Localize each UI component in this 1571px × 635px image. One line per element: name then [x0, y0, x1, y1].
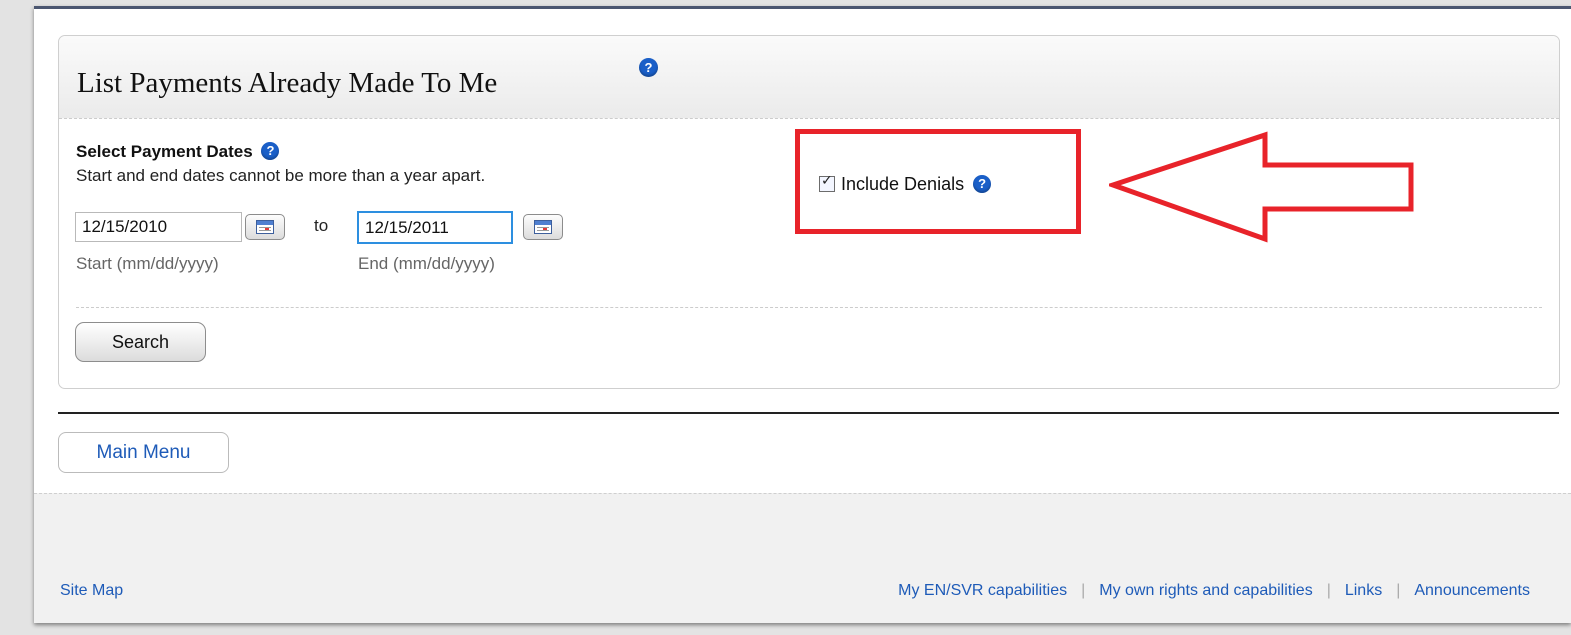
start-date-hint: Start (mm/dd/yyyy) [76, 254, 219, 273]
start-calendar-button[interactable] [245, 214, 285, 240]
section-label: Select Payment Dates ? [76, 142, 280, 162]
panel-divider [76, 307, 1542, 308]
end-calendar-button[interactable] [523, 214, 563, 240]
footer-link-own-rights[interactable]: My own rights and capabilities [1099, 582, 1312, 599]
end-date-input[interactable] [357, 211, 513, 244]
section-label-text: Select Payment Dates [76, 142, 253, 161]
footer-links: My EN/SVR capabilities | My own rights and… [898, 582, 1530, 599]
footer: Site Map My EN/SVR capabilities | My own r… [34, 493, 1571, 623]
search-button[interactable]: Search [75, 322, 206, 362]
calendar-icon [534, 220, 552, 234]
footer-link-announcements[interactable]: Announcements [1414, 582, 1530, 599]
left-arrow-annotation [1109, 131, 1414, 243]
dates-help-icon[interactable]: ? [261, 142, 280, 161]
page-title: List Payments Already Made To Me [77, 67, 498, 99]
panel-header: List Payments Already Made To Me ? [59, 36, 1559, 119]
to-label: to [314, 216, 329, 235]
end-date-hint: End (mm/dd/yyyy) [358, 254, 495, 273]
section-description: Start and end dates cannot be more than … [76, 166, 486, 185]
calendar-icon [256, 220, 274, 234]
footer-link-links[interactable]: Links [1345, 582, 1382, 599]
section-separator [58, 412, 1559, 414]
page: List Payments Already Made To Me ? Selec… [34, 6, 1571, 623]
main-menu-button[interactable]: Main Menu [58, 432, 229, 473]
site-map-link[interactable]: Site Map [60, 582, 123, 600]
title-help-icon[interactable]: ? [639, 58, 658, 77]
footer-link-en-svr[interactable]: My EN/SVR capabilities [898, 582, 1067, 599]
payments-panel: List Payments Already Made To Me ? Selec… [58, 35, 1560, 389]
start-date-input[interactable] [75, 212, 242, 242]
annotation-highlight-box [795, 129, 1081, 234]
